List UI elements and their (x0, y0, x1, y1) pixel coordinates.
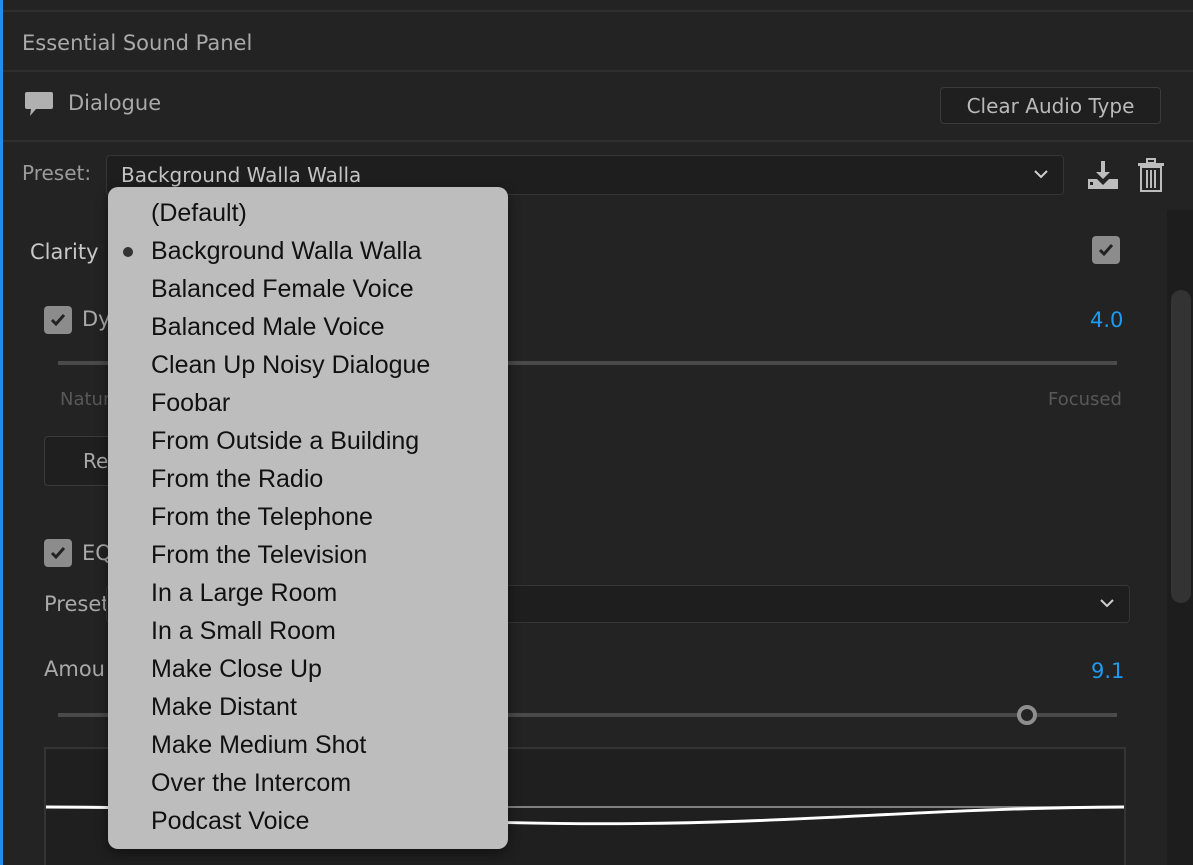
checkmark-icon (50, 314, 66, 327)
checkmark-icon (1098, 244, 1114, 257)
dropdown-item[interactable]: Make Medium Shot (108, 726, 508, 764)
dropdown-item[interactable]: Clean Up Noisy Dialogue (108, 346, 508, 384)
dropdown-item-label: Balanced Male Voice (151, 313, 385, 341)
dropdown-item-label: (Default) (151, 199, 247, 227)
audio-type-label: Dialogue (68, 91, 162, 115)
dynamics-value[interactable]: 4.0 (1090, 308, 1123, 332)
eq-preset-label: Preset (44, 592, 110, 616)
dropdown-item-label: Make Medium Shot (151, 731, 367, 759)
dynamics-checkbox[interactable] (44, 306, 72, 334)
dropdown-item-label: Over the Intercom (151, 769, 352, 797)
dropdown-item-label: Podcast Voice (151, 807, 310, 835)
dropdown-item-label: Make Close Up (151, 655, 322, 683)
dropdown-item-label: Foobar (151, 389, 231, 417)
dropdown-item[interactable]: Make Distant (108, 688, 508, 726)
dropdown-item[interactable]: Foobar (108, 384, 508, 422)
eq-amount-value[interactable]: 9.1 (1091, 659, 1124, 683)
clarity-heading: Clarity (30, 240, 99, 264)
eq-amount-label: Amou (44, 657, 105, 681)
selected-bullet-icon (123, 247, 133, 257)
clarity-enable-checkbox[interactable] (1092, 236, 1120, 264)
dynamics-label: Dy (82, 307, 111, 331)
panel-focus-border (0, 0, 3, 865)
scrollbar-thumb[interactable] (1171, 290, 1191, 603)
dropdown-item[interactable]: From the Telephone (108, 498, 508, 536)
eq-amount-slider-handle[interactable] (1017, 705, 1037, 725)
dropdown-item-label: Background Walla Walla (151, 237, 422, 265)
preset-label: Preset: (22, 161, 92, 185)
dropdown-item[interactable]: Make Close Up (108, 650, 508, 688)
dropdown-item-label: Clean Up Noisy Dialogue (151, 351, 431, 379)
dropdown-item[interactable]: From the Television (108, 536, 508, 574)
eq-checkbox[interactable] (44, 539, 72, 567)
dropdown-item-label: Balanced Female Voice (151, 275, 414, 303)
speech-bubble-icon (24, 90, 54, 120)
dropdown-item-label: In a Small Room (151, 617, 336, 645)
dropdown-item-label: From the Radio (151, 465, 324, 493)
save-preset-icon[interactable] (1087, 160, 1119, 190)
divider (3, 70, 1193, 72)
dropdown-item-label: Make Distant (151, 693, 297, 721)
dropdown-item[interactable]: In a Large Room (108, 574, 508, 612)
chevron-down-icon (1097, 593, 1117, 613)
dynamics-min-label: Natur (60, 389, 111, 410)
dynamics-max-label: Focused (1048, 389, 1122, 410)
divider (3, 140, 1193, 142)
preset-dropdown-menu: (Default) Background Walla Walla Balanced … (108, 187, 508, 849)
divider (3, 10, 1193, 12)
clear-audio-type-button[interactable]: Clear Audio Type (940, 87, 1161, 124)
dropdown-item[interactable]: In a Small Room (108, 612, 508, 650)
dropdown-item[interactable]: (Default) (108, 194, 508, 232)
dropdown-item[interactable]: Podcast Voice (108, 802, 508, 840)
dropdown-item[interactable]: Over the Intercom (108, 764, 508, 802)
dropdown-item-label: In a Large Room (151, 579, 338, 607)
dropdown-item[interactable]: From Outside a Building (108, 422, 508, 460)
dropdown-item[interactable]: Balanced Female Voice (108, 270, 508, 308)
dropdown-item-label: From the Telephone (151, 503, 373, 531)
dropdown-item[interactable]: From the Radio (108, 460, 508, 498)
checkmark-icon (50, 547, 66, 560)
chevron-down-icon (1031, 164, 1051, 184)
preset-select-value: Background Walla Walla (121, 163, 362, 187)
trash-icon[interactable] (1137, 158, 1165, 192)
dropdown-item[interactable]: Balanced Male Voice (108, 308, 508, 346)
panel-title: Essential Sound Panel (22, 31, 253, 55)
dropdown-item-label: From Outside a Building (151, 427, 420, 455)
dropdown-item[interactable]: Background Walla Walla (108, 232, 508, 270)
dropdown-item-label: From the Television (151, 541, 368, 569)
